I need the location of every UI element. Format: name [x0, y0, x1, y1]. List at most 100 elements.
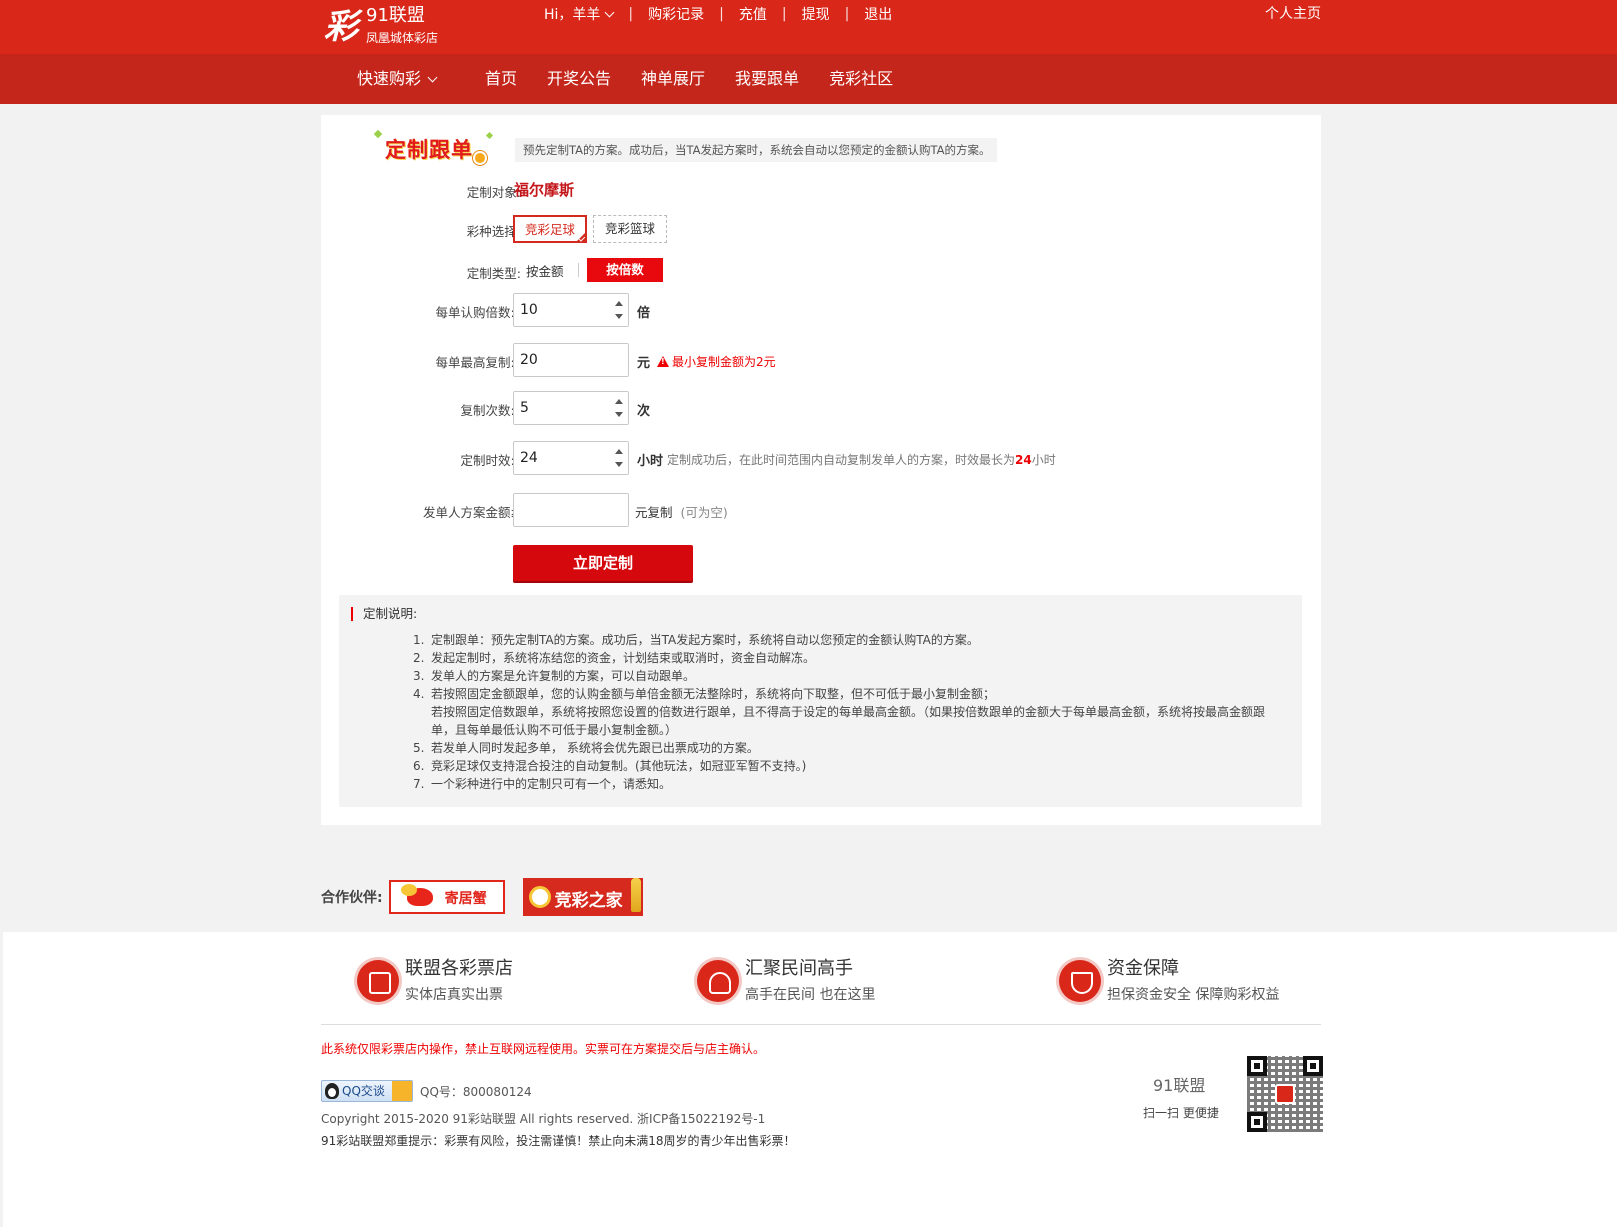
- qr-code: [1247, 1056, 1323, 1132]
- feature-title: 汇聚民间高手: [745, 958, 853, 979]
- football-icon: [528, 886, 551, 908]
- type-option-amount[interactable]: 按金额: [526, 261, 564, 280]
- lottery-option-basketball[interactable]: 竞彩篮球: [593, 215, 667, 243]
- partners-label: 合作伙伴:: [321, 890, 383, 906]
- store-icon: [357, 960, 399, 1002]
- list-item: 3. 发单人的方案是允许复制的方案，可以自动跟单。: [413, 669, 696, 683]
- footer: 联盟各彩票店 实体店真实出票 汇聚民间高手 高手在民间 也在这里 资金保障 担保…: [3, 932, 1617, 1227]
- usage-warning: 此系统仅限彩票店内操作，禁止互联网远程使用。实票可在方案提交后与店主确认。: [321, 1042, 766, 1056]
- warning-icon: [657, 356, 669, 367]
- user-menu[interactable]: Hi，羊羊: [544, 4, 615, 24]
- lottery-option-label: 竞彩篮球: [604, 221, 655, 236]
- recharge-link[interactable]: 充值: [739, 4, 767, 24]
- chevron-down-icon: [604, 7, 615, 17]
- list-item: 4. 若按照固定金额跟单，您的认购金额与单倍金额无法整除时，系统将向下取整，但不可…: [413, 687, 996, 701]
- user-icon: [697, 960, 739, 1002]
- banner-description: 预先定制TA的方案。成功后，当TA发起方案时，系统会自动以您预定的金额认购TA的…: [515, 138, 997, 162]
- times-row: 复制次数:* 5 次: [321, 391, 1321, 425]
- check-icon: [578, 235, 586, 242]
- stepper-icon[interactable]: [614, 449, 624, 467]
- feature-subtitle: 担保资金安全 保障购彩权益: [1107, 987, 1280, 1003]
- type-option-multiple[interactable]: 按倍数: [587, 258, 663, 282]
- star-icon: [373, 129, 383, 139]
- qq-chat-button[interactable]: QQ交谈: [321, 1080, 413, 1102]
- separator: |: [844, 6, 850, 22]
- nav-hall[interactable]: 神单展厅: [641, 54, 705, 104]
- main-nav: 快速购彩 首页 开奖公告 神单展厅 我要跟单 竞彩社区: [0, 54, 1617, 104]
- banner-title: 定制跟单: [385, 138, 473, 162]
- qr-brand: 91联盟: [1153, 1076, 1206, 1095]
- nav-home[interactable]: 首页: [485, 54, 517, 104]
- copyright: Copyright 2015-2020 91彩站联盟 All rights re…: [321, 1112, 766, 1126]
- feature-funds: 资金保障 担保资金安全 保障购彩权益: [1059, 954, 1299, 1010]
- multiple-input[interactable]: 10: [513, 293, 629, 327]
- nav-community[interactable]: 竞彩社区: [829, 54, 893, 104]
- purchase-records-link[interactable]: 购彩记录: [648, 4, 704, 24]
- list-item: 5. 若发单人同时发起多单， 系统将会优先跟已出票成功的方案。: [413, 741, 759, 755]
- max-unit: 元: [637, 356, 651, 371]
- max-value: 20: [520, 352, 538, 368]
- feature-subtitle: 高手在民间 也在这里: [745, 987, 876, 1003]
- star-icon: [485, 131, 494, 140]
- qq-icon: [325, 1083, 339, 1099]
- separator: |: [628, 6, 634, 22]
- submit-button[interactable]: 立即定制: [513, 545, 693, 581]
- logo-mark-icon: 彩: [324, 7, 358, 47]
- notes-list: 1. 定制跟单：预先定制TA的方案。成功后，当TA发起方案时，系统将自动以您预定的…: [413, 631, 1273, 793]
- times-label: 复制次数:*: [460, 403, 521, 418]
- nav-follow[interactable]: 我要跟单: [735, 54, 799, 104]
- custom-follow-logo: 定制跟单: [373, 129, 501, 169]
- feature-stores: 联盟各彩票店 实体店真实出票: [357, 954, 597, 1010]
- lottery-option-football[interactable]: 竞彩足球: [513, 215, 587, 243]
- list-item: 2. 发起定制时，系统将冻结您的资金，计划结束或取消时，资金自动解冻。: [413, 651, 816, 665]
- list-item: 7. 一个彩种进行中的定制只可有一个，请悉知。: [413, 777, 672, 791]
- divider: [321, 1024, 1321, 1025]
- duration-row: 定制时效:* 24 小时 定制成功后，在此时间范围内自动复制发单人的方案，时效最…: [321, 441, 1321, 475]
- ball-icon: [473, 151, 487, 165]
- personal-home-link[interactable]: 个人主页: [1265, 2, 1321, 26]
- list-item: 6. 竞彩足球仅支持混合投注的自动复制。(其他玩法，如冠亚军暂不支持。): [413, 759, 807, 773]
- chevron-down-icon: [427, 72, 438, 82]
- qq-number: QQ号：800080124: [420, 1085, 532, 1099]
- stepper-icon[interactable]: [614, 301, 624, 319]
- feature-title: 资金保障: [1107, 958, 1179, 979]
- multiple-value: 10: [520, 302, 538, 318]
- list-item: 若按照固定倍数跟单，系统将按照您设置的倍数进行跟单，且不得高于设定的每单最高金额…: [431, 705, 1266, 737]
- list-item: 1. 定制跟单：预先定制TA的方案。成功后，当TA发起方案时，系统将自动以您预定的…: [413, 633, 979, 647]
- partner-link-jingcai-home[interactable]: 竞彩之家: [522, 878, 643, 916]
- type-label: 定制类型:: [466, 266, 521, 281]
- quick-buy-menu[interactable]: 快速购彩: [357, 54, 438, 104]
- duration-input[interactable]: 24: [513, 441, 629, 475]
- duration-label: 定制时效:*: [460, 453, 521, 468]
- multiple-unit: 倍: [637, 306, 651, 321]
- feature-title: 联盟各彩票店: [405, 958, 513, 979]
- withdraw-link[interactable]: 提现: [802, 4, 830, 24]
- max-input[interactable]: 20: [513, 343, 629, 377]
- times-input[interactable]: 5: [513, 391, 629, 425]
- lottery-row: 彩种选择: 竞彩足球 竞彩篮球: [321, 215, 1321, 245]
- risk-notice: 91彩站联盟郑重提示：彩票有风险，投注需谨慎！禁止向未满18周岁的青少年出售彩票…: [321, 1134, 796, 1148]
- stepper-icon[interactable]: [614, 399, 624, 417]
- amount-label: 发单人方案金额≥: [423, 505, 521, 520]
- site-logo[interactable]: 彩 91联盟 凤凰城体彩店: [324, 4, 484, 50]
- logo-mark-icon: [1275, 1084, 1295, 1104]
- top-bar: 彩 91联盟 凤凰城体彩店 Hi，羊羊 | 购彩记录 | 充值 | 提现 | 退…: [0, 0, 1617, 54]
- divider: [578, 263, 579, 277]
- amount-input[interactable]: [513, 493, 629, 527]
- partner-link-hermit-crab[interactable]: 寄居蟹: [388, 880, 505, 914]
- min-amount-warning: 最小复制金额为2元: [657, 353, 776, 370]
- store-name: 凤凰城体彩店: [366, 31, 439, 45]
- partner-name: 竞彩之家: [554, 891, 623, 911]
- multiple-label: 每单认购倍数:*: [435, 305, 521, 320]
- quick-buy-label: 快速购彩: [357, 69, 422, 88]
- notes-box: 定制说明: 1. 定制跟单：预先定制TA的方案。成功后，当TA发起方案时，系统将自…: [339, 595, 1302, 807]
- logout-link[interactable]: 退出: [864, 4, 892, 24]
- separator: |: [719, 6, 724, 22]
- target-value[interactable]: 福尔摩斯: [514, 179, 574, 200]
- times-unit: 次: [637, 404, 651, 419]
- target-row: 定制对象: 福尔摩斯: [321, 179, 1321, 201]
- crab-icon: [400, 884, 433, 906]
- nav-draw-results[interactable]: 开奖公告: [547, 54, 611, 104]
- times-value: 5: [520, 400, 529, 416]
- duration-unit: 小时: [637, 454, 664, 469]
